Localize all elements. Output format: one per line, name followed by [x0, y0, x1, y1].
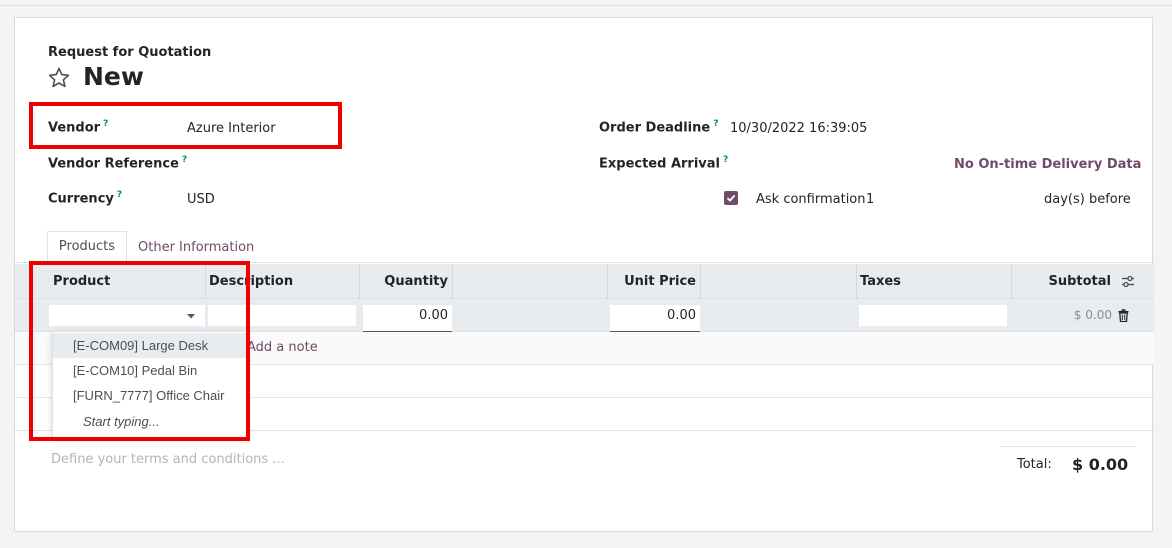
currency-label: Currency? — [48, 190, 123, 207]
column-quantity[interactable]: Quantity — [359, 264, 448, 299]
ask-confirmation-label: Ask confirmation — [756, 192, 866, 207]
ask-confirmation-checkbox[interactable] — [724, 191, 738, 205]
product-highlight-box — [29, 261, 250, 441]
top-bar — [0, 0, 1172, 6]
column-divider — [700, 264, 701, 299]
add-note-link[interactable]: Add a note — [247, 340, 318, 355]
total-divider — [1000, 446, 1136, 447]
favorite-star-icon[interactable] — [46, 66, 72, 90]
optional-columns-icon[interactable] — [1121, 275, 1135, 288]
page-title: New — [83, 62, 144, 91]
tab-other-information[interactable]: Other Information — [138, 240, 254, 255]
taxes-input[interactable] — [859, 305, 1007, 326]
order-deadline-field[interactable]: 10/30/2022 16:39:05 — [730, 121, 867, 136]
column-unit-price[interactable]: Unit Price — [607, 264, 696, 299]
line-subtotal: $ 0.00 — [1073, 308, 1112, 322]
unit-price-input[interactable]: 0.00 — [610, 305, 700, 332]
terms-conditions-field[interactable]: Define your terms and conditions ... — [51, 452, 285, 467]
ontime-delivery-link[interactable]: No On-time Delivery Data — [954, 157, 1141, 172]
vendor-highlight-box — [29, 102, 342, 149]
column-taxes[interactable]: Taxes — [860, 264, 901, 299]
ask-confirmation-days-field[interactable]: 1 — [866, 192, 874, 207]
vendor-reference-label: Vendor Reference? — [48, 155, 188, 172]
currency-field[interactable]: USD — [187, 192, 215, 207]
document-type-label: Request for Quotation — [48, 45, 212, 60]
order-deadline-label: Order Deadline? — [599, 119, 719, 136]
column-divider — [1011, 264, 1012, 299]
total-amount: $ 0.00 — [1072, 455, 1129, 474]
column-divider — [452, 264, 453, 299]
tab-products[interactable]: Products — [47, 231, 127, 263]
vendor-reference-field[interactable] — [187, 151, 487, 173]
quantity-input[interactable]: 0.00 — [363, 305, 452, 332]
check-icon — [726, 194, 736, 202]
column-subtotal[interactable]: Subtotal — [1015, 264, 1111, 299]
days-before-label: day(s) before — [1044, 192, 1131, 207]
column-divider — [856, 264, 857, 299]
trash-icon[interactable] — [1118, 309, 1129, 322]
expected-arrival-label: Expected Arrival? — [599, 155, 729, 172]
total-label: Total: — [1017, 457, 1052, 472]
